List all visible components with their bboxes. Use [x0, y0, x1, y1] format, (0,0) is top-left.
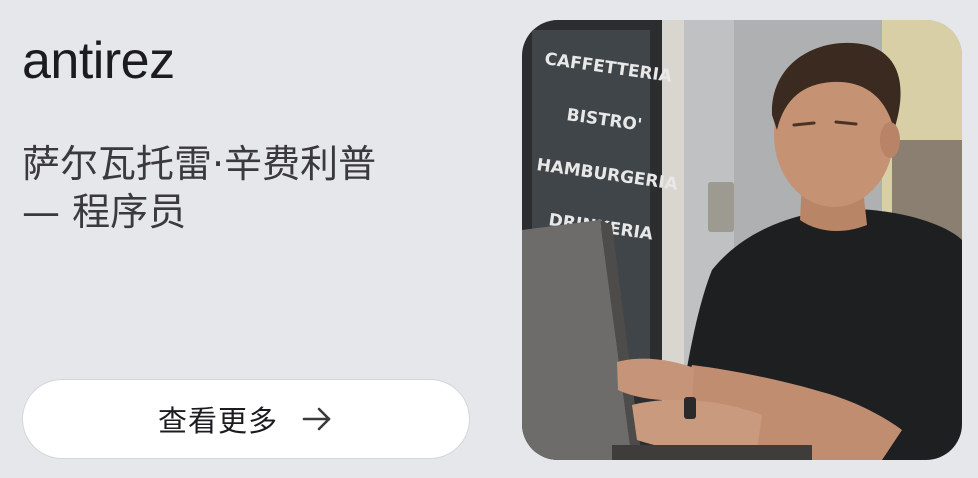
arrow-right-icon	[300, 402, 334, 436]
username: antirez	[22, 32, 175, 90]
profile-card: antirez 萨尔瓦托雷·辛费利普 — 程序员 查看更多 CAFFETTERI…	[0, 0, 978, 478]
subtitle-role: — 程序员	[22, 190, 187, 234]
profile-subtitle: 萨尔瓦托雷·辛费利普 — 程序员	[22, 140, 472, 236]
subtitle-name: 萨尔瓦托雷·辛费利普	[22, 142, 377, 186]
view-more-button[interactable]: 查看更多	[22, 379, 470, 459]
profile-photo: CAFFETTERIA BISTRO' HAMBURGERIA DRINKERI…	[522, 20, 962, 460]
view-more-label: 查看更多	[157, 404, 278, 438]
profile-info: antirez 萨尔瓦托雷·辛费利普 — 程序员 查看更多	[22, 0, 482, 478]
